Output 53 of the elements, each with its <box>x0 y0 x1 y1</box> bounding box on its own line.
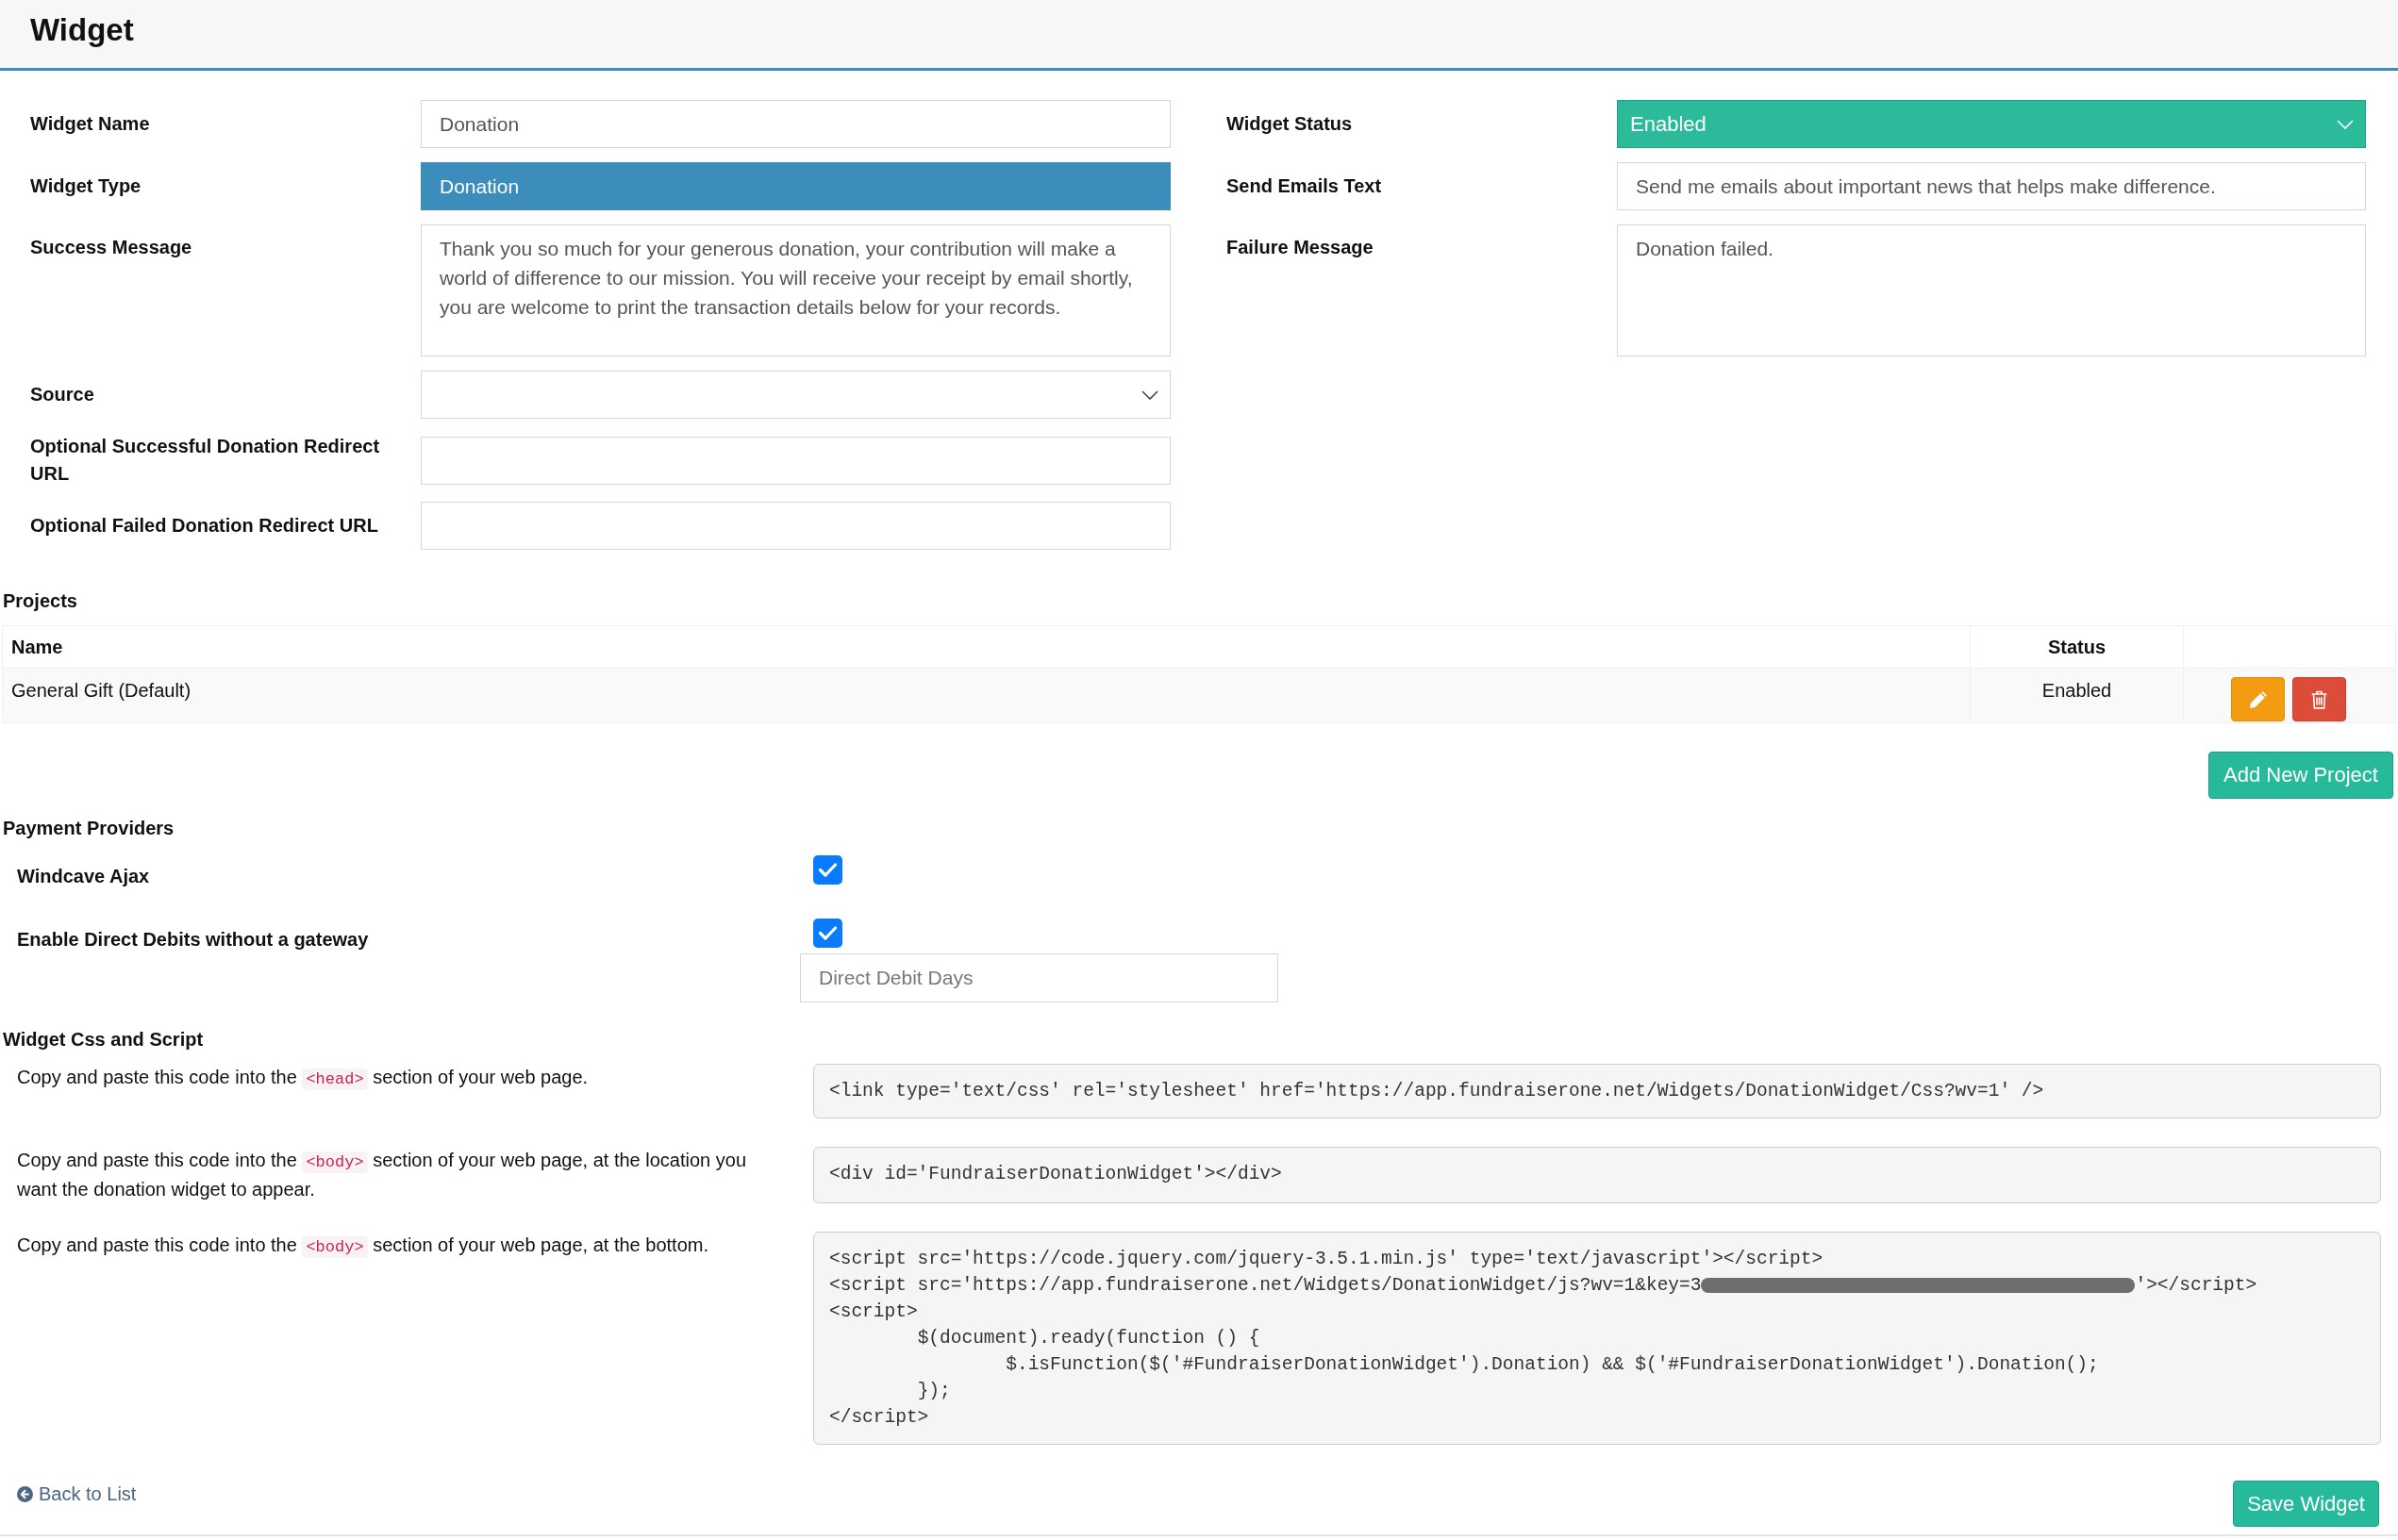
chevron-down-icon <box>1141 389 1158 400</box>
field-label: Success Message <box>30 236 193 259</box>
field-label: Optional Successful Donation Redirect URL <box>30 435 381 486</box>
textarea-field[interactable]: Donation failed. <box>1617 224 2366 356</box>
back-arrow-icon <box>17 1485 33 1502</box>
code-text: <link type='text/css' rel='stylesheet' href='https://app.fundraiserone.net/Widgets/DonationWidget/Css?wv=1' /> <box>829 1080 2044 1103</box>
section-title: Widget Css and Script <box>2 1028 205 1052</box>
chevron-down-icon <box>2337 119 2354 129</box>
select-field[interactable] <box>421 371 1171 419</box>
checkbox[interactable] <box>813 919 842 948</box>
checkmark-icon <box>819 863 837 877</box>
trash-icon <box>2311 689 2327 709</box>
field-label: Optional Failed Donation Redirect URL <box>30 514 379 538</box>
instruction-text: Copy and paste this code into the <head> section of your web page. <box>17 1066 590 1092</box>
section-title: Projects <box>2 589 78 613</box>
text-input[interactable]: Send me emails about important news that helps make difference. <box>1617 162 2366 210</box>
code-text: $(document).ready(function () { <box>917 1327 1260 1350</box>
table-header-cell: Name <box>2 625 1971 669</box>
table-cell: General Gift (Default) <box>2 668 1971 723</box>
field-label: Failure Message <box>1226 236 1374 259</box>
code-text: <div id='FundraiserDonationWidget'></div> <box>829 1163 1282 1186</box>
table-header-cell: Status <box>1970 625 2184 669</box>
section-title: Payment Providers <box>2 817 175 840</box>
text-input[interactable]: Donation <box>421 100 1171 148</box>
field-label: Send Emails Text <box>1226 174 1383 198</box>
textarea-field[interactable]: Thank you so much for your generous donation, your contribution will make a world of difference to our mission. You will receive your receipt by email shortly, you are welcome to print the transaction details below for your records. <box>421 224 1171 356</box>
code-text: <script src='https://code.jquery.com/jquery-3.5.1.min.js' type='text/javascript'></script> <box>829 1248 1823 1271</box>
back-link[interactable]: Back to List <box>17 1481 137 1507</box>
code-text: $.isFunction($('#FundraiserDonationWidget').Donation) && $('#FundraiserDonationWidget').Donation(); <box>1006 1353 2099 1377</box>
page-title: Widget <box>30 11 134 49</box>
field-label: Widget Type <box>30 174 142 198</box>
field-label: Widget Status <box>1226 112 1354 136</box>
field-label: Widget Name <box>30 112 151 136</box>
checkmark-icon <box>819 926 837 940</box>
code-text: <script> <box>829 1300 918 1324</box>
text-input[interactable] <box>421 502 1171 550</box>
edit-button[interactable] <box>2231 677 2285 721</box>
code-text: }); <box>917 1380 951 1403</box>
table-cell: Enabled <box>1970 668 2184 723</box>
code-text: <script src='https://app.fundraiserone.net/Widgets/DonationWidget/js?wv=1&key=3 <box>829 1274 1702 1298</box>
days-input[interactable]: Direct Debit Days <box>800 953 1278 1002</box>
provider-label: Enable Direct Debits without a gateway <box>16 928 370 952</box>
type-field[interactable]: Donation <box>421 162 1171 210</box>
code-text: </script> <box>829 1406 929 1430</box>
instruction-text: Copy and paste this code into the <body> section of your web page, at the location you want the donation widget to appear. <box>17 1149 747 1201</box>
checkbox[interactable] <box>813 855 842 885</box>
text-input[interactable] <box>421 436 1171 485</box>
pencil-icon <box>2248 689 2268 709</box>
code-text: '></script> <box>2135 1274 2257 1298</box>
instruction-text: Copy and paste this code into the <body> section of your web page, at the bottom. <box>17 1234 709 1260</box>
field-label: Source <box>30 383 95 406</box>
delete-button[interactable] <box>2292 677 2346 721</box>
provider-label: Windcave Ajax <box>16 865 151 888</box>
